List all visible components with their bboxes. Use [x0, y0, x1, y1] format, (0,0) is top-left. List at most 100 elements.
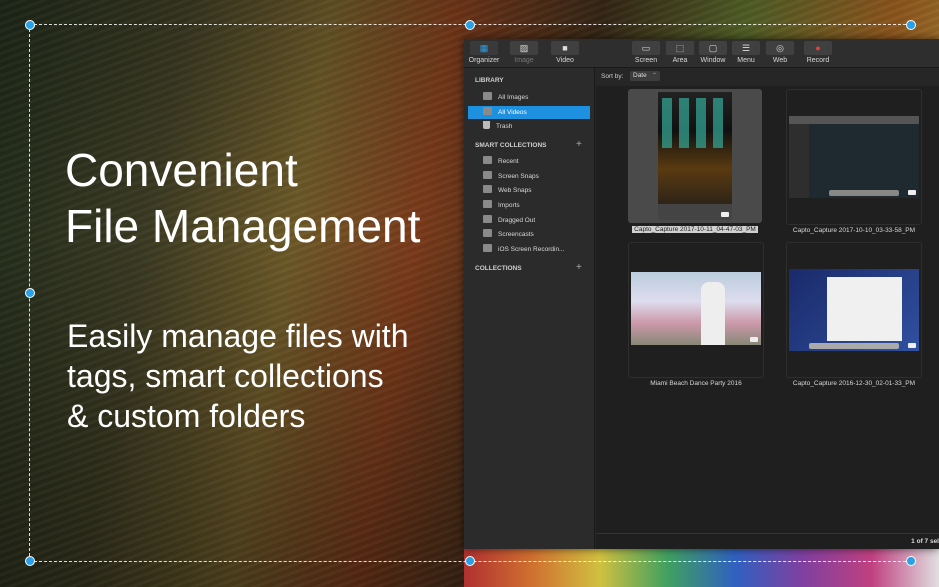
image-button[interactable]: ▨ Image [506, 41, 542, 64]
resize-handle[interactable] [465, 556, 475, 566]
menu-button[interactable]: ☰ Menu [728, 41, 764, 64]
headline-line: File Management [65, 200, 421, 252]
sub-line: tags, smart collections [67, 358, 384, 394]
sub-line: Easily manage files with [67, 318, 409, 354]
sidebar-item-label: All Images [498, 94, 529, 101]
marketing-subheadline: Easily manage files with tags, smart col… [67, 316, 408, 436]
media-thumbnail[interactable]: Capto_Capture 2016-12-30_02-01-33_PM [786, 242, 922, 387]
video-label: Video [556, 57, 574, 64]
grid-icon: ▦ [470, 41, 498, 55]
image-icon: ▨ [510, 41, 538, 55]
thumbnail-caption: Capto_Capture 2017-10-10_03-33-58_PM [787, 227, 921, 234]
caption-text: Capto_Capture 2016-12-30_02-01-33_PM [792, 380, 916, 387]
sidebar-item-label: Imports [498, 202, 520, 209]
film-icon [483, 107, 492, 115]
smart-collections-header: SMART COLLECTIONS [475, 142, 547, 149]
caption-text: Capto_Capture 2017-10-11_04-47-03_PM [632, 226, 758, 233]
toolbar: ▦ Organizer ▨ Image ■ Video ▭ Screen ⬚ A… [464, 39, 939, 68]
thumbnail-caption: Capto_Capture 2017-10-11_04-47-03_PM [628, 226, 762, 233]
desktop-screenshot-preview [789, 269, 919, 351]
caption-text: Capto_Capture 2017-10-10_03-33-58_PM [792, 227, 916, 234]
sidebar-item-all-videos[interactable]: All Videos [468, 106, 590, 119]
background-colored-stack [464, 547, 939, 587]
thumbnail-caption: Capto_Capture 2016-12-30_02-01-33_PM [787, 380, 921, 387]
area-button[interactable]: ⬚ Area [662, 41, 698, 64]
sidebar-item-all-images[interactable]: All Images [468, 91, 590, 104]
app-window: ▦ Organizer ▨ Image ■ Video ▭ Screen ⬚ A… [464, 39, 939, 549]
folder-icon [483, 215, 492, 223]
marketing-headline: Convenient File Management [65, 142, 420, 254]
sidebar-item-label: Recent [498, 158, 519, 165]
video-badge-icon [721, 212, 729, 217]
library-header: LIBRARY [475, 77, 504, 84]
caption-text: Miami Beach Dance Party 2016 [650, 380, 742, 387]
sidebar-item-web-snaps[interactable]: Web Snaps [468, 184, 590, 197]
globe-icon: ◎ [766, 41, 794, 55]
beach-party-video-preview [631, 272, 761, 345]
sidebar-item-recent[interactable]: Recent [468, 155, 590, 168]
organizer-button[interactable]: ▦ Organizer [466, 41, 502, 64]
folder-icon [483, 244, 492, 252]
preview-dock [829, 190, 899, 196]
menu-label: Menu [737, 57, 755, 64]
sidebar-item-screen-snaps[interactable]: Screen Snaps [468, 170, 590, 183]
preview-sidebar [789, 124, 809, 198]
folder-icon [483, 156, 492, 164]
add-collection-button[interactable]: + [576, 262, 582, 273]
web-button[interactable]: ◎ Web [762, 41, 798, 64]
screen-button[interactable]: ▭ Screen [628, 41, 664, 64]
sort-label: Sort by: [601, 73, 624, 80]
area-label: Area [672, 57, 688, 64]
resize-handle[interactable] [906, 20, 916, 30]
media-thumbnail[interactable]: Capto_Capture 2017-10-11_04-47-03_PM [628, 89, 762, 233]
sidebar-item-dragged-out[interactable]: Dragged Out [468, 214, 590, 227]
sidebar-item-ios-screen-recordings[interactable]: iOS Screen Recordin... [468, 243, 590, 256]
phone-screenshot-preview [658, 92, 732, 220]
video-badge-icon [908, 190, 916, 195]
sidebar-item-label: All Videos [498, 109, 527, 116]
resize-handle[interactable] [25, 288, 35, 298]
sidebar: LIBRARY All Images All Videos Trash SMAR… [464, 68, 595, 549]
video-camera-icon: ■ [551, 41, 579, 55]
image-label: Image [514, 57, 534, 64]
resize-handle[interactable] [25, 556, 35, 566]
app-icons-grid [662, 98, 728, 148]
folder-icon [483, 185, 492, 193]
video-badge-icon [908, 343, 916, 348]
preview-dock [809, 343, 899, 349]
sidebar-item-label: iOS Screen Recordin... [498, 246, 565, 253]
thumbnail-caption: Miami Beach Dance Party 2016 [629, 380, 763, 387]
media-thumbnail[interactable]: Capto_Capture 2017-10-10_03-33-58_PM [786, 89, 922, 234]
add-smart-collection-button[interactable]: + [576, 139, 582, 150]
images-icon [483, 92, 492, 100]
sidebar-item-trash[interactable]: Trash [468, 120, 590, 133]
web-label: Web [772, 57, 788, 64]
resize-handle[interactable] [906, 556, 916, 566]
sidebar-item-screencasts[interactable]: Screencasts [468, 228, 590, 241]
media-thumbnail[interactable]: Miami Beach Dance Party 2016 [628, 242, 764, 387]
sidebar-item-label: Web Snaps [498, 187, 532, 194]
preview-document-window [827, 277, 902, 341]
content-area: Sort by: Date Capto_Capture 2017-10-11_0… [596, 68, 939, 549]
folder-icon [483, 229, 492, 237]
sort-bar: Sort by: Date [596, 68, 939, 86]
folder-icon [483, 200, 492, 208]
sort-select[interactable]: Date [630, 71, 660, 81]
sidebar-item-label: Trash [496, 123, 513, 130]
folder-icon [483, 171, 492, 179]
organizer-label: Organizer [468, 57, 500, 64]
sidebar-item-label: Screencasts [498, 231, 534, 238]
sidebar-item-label: Screen Snaps [498, 173, 539, 180]
desktop-screenshot-preview [789, 116, 919, 198]
status-divider [596, 533, 939, 534]
window-button[interactable]: ▢ Window [695, 41, 731, 64]
selection-status: 1 of 7 sel [911, 538, 939, 545]
area-select-icon: ⬚ [666, 41, 694, 55]
video-badge-icon [750, 337, 758, 342]
video-button[interactable]: ■ Video [547, 41, 583, 64]
window-icon: ▢ [699, 41, 727, 55]
resize-handle[interactable] [465, 20, 475, 30]
resize-handle[interactable] [25, 20, 35, 30]
sidebar-item-imports[interactable]: Imports [468, 199, 590, 212]
record-button[interactable]: ● Record [800, 41, 836, 64]
